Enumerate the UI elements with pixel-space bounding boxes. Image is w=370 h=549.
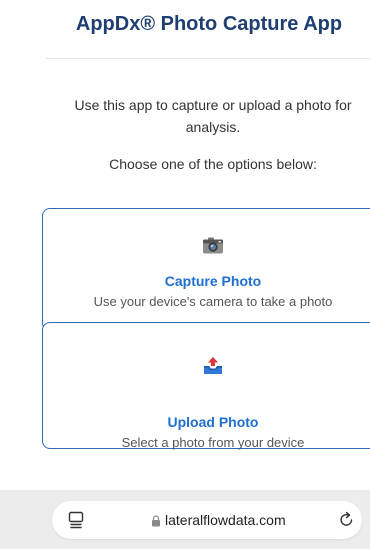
url-text[interactable]: lateralflowdata.com — [165, 511, 286, 529]
upload-photo-card[interactable]: Upload Photo Select a photo from your de… — [42, 322, 370, 450]
photo-capture-page: AppDx® Photo Capture App Use this app to… — [0, 0, 370, 549]
intro-text: Use this app to capture or upload a phot… — [74, 97, 352, 135]
camera-icon — [43, 237, 370, 257]
upload-photo-title: Upload Photo — [167, 414, 259, 430]
upload-tray-icon — [43, 357, 370, 377]
capture-photo-description: Use your device's camera to take a photo — [93, 294, 333, 309]
upload-photo-description: Select a photo from your device — [121, 435, 305, 450]
reload-icon[interactable] — [338, 511, 355, 528]
lock-icon — [151, 514, 161, 527]
app-header: AppDx® Photo Capture App — [0, 0, 370, 58]
address-bar[interactable]: lateralflowdata.com — [52, 501, 362, 539]
header-divider — [46, 58, 370, 59]
tabs-icon[interactable] — [68, 511, 84, 529]
page-title: AppDx® Photo Capture App — [75, 13, 343, 35]
choose-prompt: Choose one of the options below: — [109, 156, 317, 172]
capture-photo-card[interactable]: Capture Photo Use your device's camera t… — [42, 208, 370, 331]
browser-toolbar: lateralflowdata.com — [0, 490, 370, 549]
capture-photo-title: Capture Photo — [164, 273, 262, 289]
